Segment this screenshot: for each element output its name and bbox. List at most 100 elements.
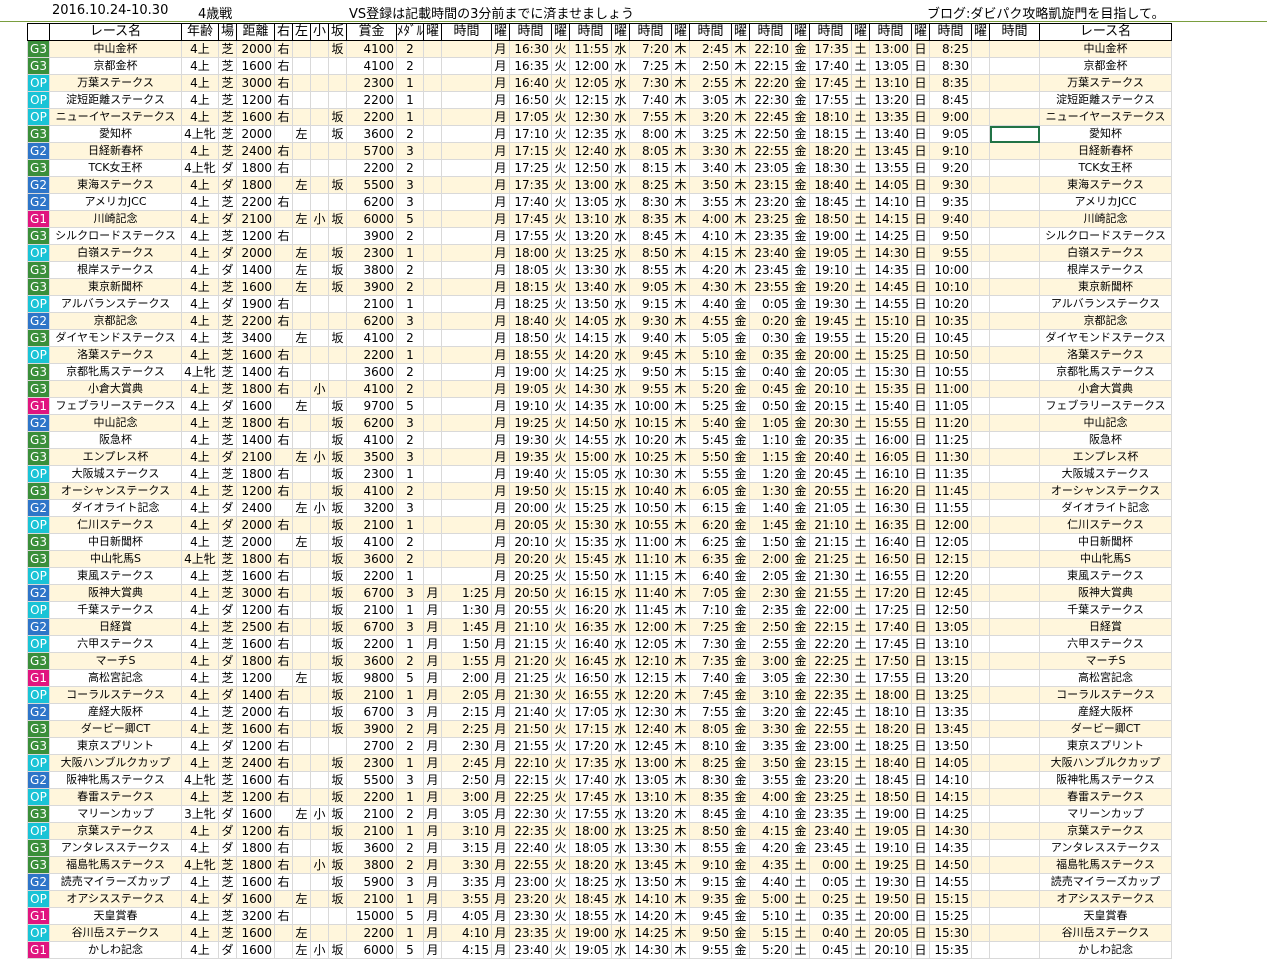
cell-slope[interactable] [328,737,347,755]
cell-distance[interactable]: 1800 [236,465,275,483]
cell-day[interactable] [971,91,990,109]
cell-day[interactable]: 日 [911,686,930,704]
cell-race-name-right[interactable]: オーシャンステークス [1039,482,1172,500]
cell-age[interactable]: 4上 [181,397,219,415]
cell-race-name[interactable]: 大阪ハンブルクカップ [49,754,182,772]
cell-day[interactable]: 火 [551,465,570,483]
cell-day[interactable]: 日 [911,193,930,211]
cell-day[interactable]: 水 [611,142,630,160]
cell-day[interactable]: 水 [611,584,630,602]
cell-time[interactable]: 0:45 [749,380,792,398]
cell-day[interactable]: 木 [671,499,690,517]
cell-right-turn[interactable]: 右 [274,227,293,245]
cell-race-name[interactable]: 川崎記念 [49,210,182,228]
cell-day[interactable]: 水 [611,40,630,58]
cell-day[interactable]: 火 [551,142,570,160]
cell-day[interactable] [971,499,990,517]
cell-left-turn[interactable] [292,312,311,330]
cell-time[interactable] [989,244,1040,262]
column-header[interactable]: 距離 [236,23,275,41]
cell-time[interactable]: 22:55 [749,142,792,160]
cell-day[interactable] [971,584,990,602]
cell-day[interactable] [423,261,442,279]
cell-left-turn[interactable]: 左 [292,805,311,823]
cell-course[interactable]: ダ [218,805,237,823]
cell-day[interactable]: 土 [851,108,870,126]
cell-time[interactable]: 11:45 [929,482,972,500]
cell-distance[interactable]: 1800 [236,414,275,432]
cell-right-turn[interactable]: 右 [274,482,293,500]
cell-medal[interactable]: 2 [396,261,424,279]
cell-medal[interactable]: 2 [396,805,424,823]
cell-day[interactable]: 水 [611,873,630,891]
cell-race-name-right[interactable]: 東風ステークス [1039,567,1172,585]
cell-time[interactable]: 11:05 [929,397,972,415]
cell-grade[interactable]: G3 [27,329,50,347]
cell-time[interactable]: 17:05 [569,703,612,721]
cell-day[interactable]: 月 [491,839,510,857]
cell-time[interactable]: 10:00 [629,397,672,415]
cell-time[interactable]: 14:55 [569,431,612,449]
cell-slope[interactable]: 坂 [328,482,347,500]
cell-time[interactable]: 23:35 [509,924,552,942]
cell-grade[interactable]: G3 [27,448,50,466]
cell-medal[interactable]: 2 [396,431,424,449]
cell-race-name[interactable]: マリーンカップ [49,805,182,823]
cell-time[interactable] [989,278,1040,296]
cell-day[interactable]: 木 [671,227,690,245]
cell-distance[interactable]: 2000 [236,40,275,58]
cell-day[interactable]: 木 [671,686,690,704]
cell-time[interactable]: 18:50 [869,788,912,806]
cell-day[interactable]: 土 [851,74,870,92]
cell-age[interactable]: 4上 [181,142,219,160]
cell-slope[interactable]: 坂 [328,652,347,670]
cell-time[interactable]: 13:45 [629,856,672,874]
cell-prize[interactable]: 2300 [346,244,397,262]
cell-time[interactable]: 9:10 [689,856,732,874]
cell-right-turn[interactable]: 右 [274,856,293,874]
cell-age[interactable]: 4上 [181,839,219,857]
cell-course[interactable]: 芝 [218,482,237,500]
cell-day[interactable]: 日 [911,567,930,585]
cell-left-turn[interactable] [292,346,311,364]
cell-day[interactable] [971,465,990,483]
cell-time[interactable]: 22:10 [749,40,792,58]
cell-day[interactable]: 木 [671,550,690,568]
cell-right-turn[interactable]: 右 [274,873,293,891]
cell-day[interactable]: 月 [491,805,510,823]
cell-day[interactable]: 土 [851,669,870,687]
cell-slope[interactable]: 坂 [328,448,347,466]
cell-day[interactable]: 土 [851,754,870,772]
cell-day[interactable]: 金 [791,74,810,92]
cell-time[interactable]: 8:30 [929,57,972,75]
cell-time[interactable]: 18:40 [809,176,852,194]
cell-day[interactable]: 火 [551,193,570,211]
column-header[interactable]: 年齢 [181,23,219,41]
cell-grade[interactable]: G1 [27,941,50,959]
cell-day[interactable]: 木 [731,125,750,143]
cell-time[interactable]: 22:25 [509,788,552,806]
cell-time[interactable] [989,397,1040,415]
cell-time[interactable]: 7:40 [689,669,732,687]
cell-time[interactable]: 10:15 [629,414,672,432]
cell-day[interactable]: 火 [551,584,570,602]
cell-age[interactable]: 4上 [181,822,219,840]
cell-right-turn[interactable]: 右 [274,431,293,449]
cell-day[interactable]: 金 [791,244,810,262]
cell-race-name-right[interactable]: 中山金杯 [1039,40,1172,58]
cell-time[interactable]: 11:40 [629,584,672,602]
cell-day[interactable]: 火 [551,482,570,500]
cell-time[interactable]: 14:25 [629,924,672,942]
cell-day[interactable]: 木 [671,397,690,415]
cell-day[interactable]: 月 [491,40,510,58]
cell-time[interactable]: 19:05 [569,941,612,959]
cell-time[interactable]: 19:30 [809,295,852,313]
cell-day[interactable] [423,91,442,109]
cell-time[interactable]: 4:10 [749,805,792,823]
cell-course[interactable]: ダ [218,941,237,959]
cell-time[interactable]: 4:15 [689,244,732,262]
cell-day[interactable]: 金 [791,618,810,636]
cell-grade[interactable]: G2 [27,414,50,432]
cell-day[interactable]: 水 [611,346,630,364]
cell-time[interactable]: 8:55 [689,839,732,857]
